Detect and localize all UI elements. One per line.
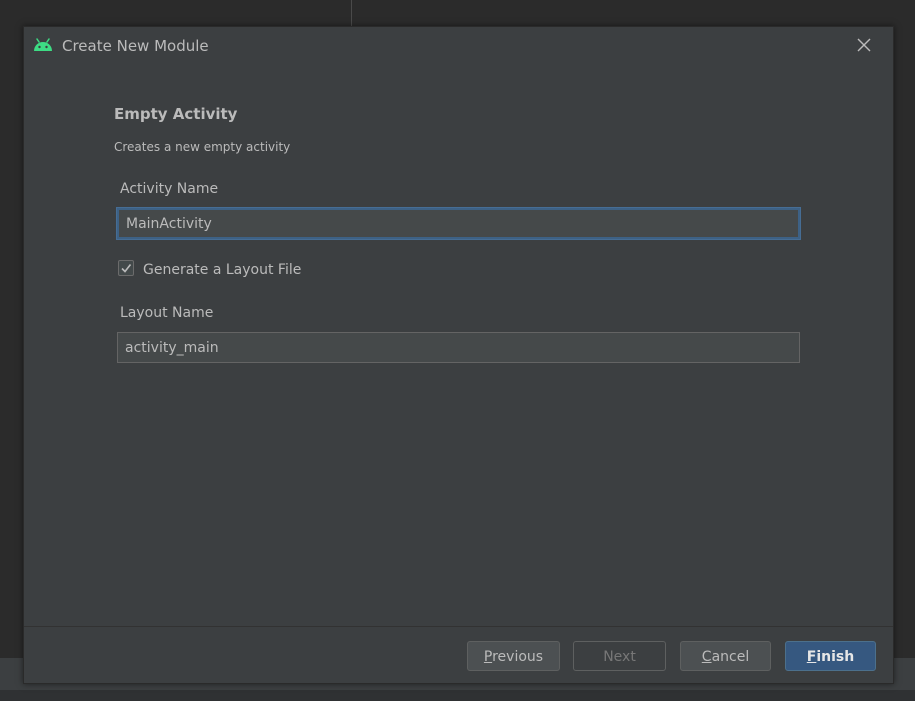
finish-mnemonic: F bbox=[806, 649, 817, 665]
finish-button[interactable]: Finish bbox=[785, 641, 876, 671]
layout-name-label: Layout Name bbox=[120, 305, 214, 321]
layout-name-input[interactable] bbox=[117, 332, 800, 363]
template-heading: Empty Activity bbox=[114, 105, 238, 123]
checkmark-icon bbox=[121, 264, 132, 273]
footer-separator bbox=[24, 626, 893, 627]
generate-layout-checkbox[interactable] bbox=[118, 260, 134, 276]
cancel-mnemonic: C bbox=[701, 649, 712, 665]
generate-layout-label[interactable]: Generate a Layout File bbox=[143, 262, 301, 278]
activity-name-input[interactable] bbox=[117, 208, 800, 239]
previous-button[interactable]: Previous bbox=[467, 641, 560, 671]
dialog-title: Create New Module bbox=[62, 37, 209, 55]
previous-label: revious bbox=[492, 649, 544, 665]
cancel-button[interactable]: Cancel bbox=[680, 641, 771, 671]
activity-name-label: Activity Name bbox=[120, 181, 219, 197]
close-icon[interactable] bbox=[854, 35, 874, 55]
android-icon bbox=[32, 37, 54, 53]
next-button[interactable]: Next bbox=[573, 641, 666, 671]
create-new-module-dialog: Create New Module Empty Activity Creates… bbox=[23, 26, 894, 684]
dialog-titlebar: Create New Module bbox=[24, 27, 893, 65]
previous-mnemonic: P bbox=[483, 649, 493, 665]
background-divider bbox=[351, 0, 352, 26]
next-label: Next bbox=[603, 649, 636, 665]
background-bottom-strip bbox=[0, 690, 915, 701]
template-description: Creates a new empty activity bbox=[114, 140, 291, 154]
cancel-label: ancel bbox=[711, 649, 750, 665]
finish-label: inish bbox=[816, 649, 855, 665]
